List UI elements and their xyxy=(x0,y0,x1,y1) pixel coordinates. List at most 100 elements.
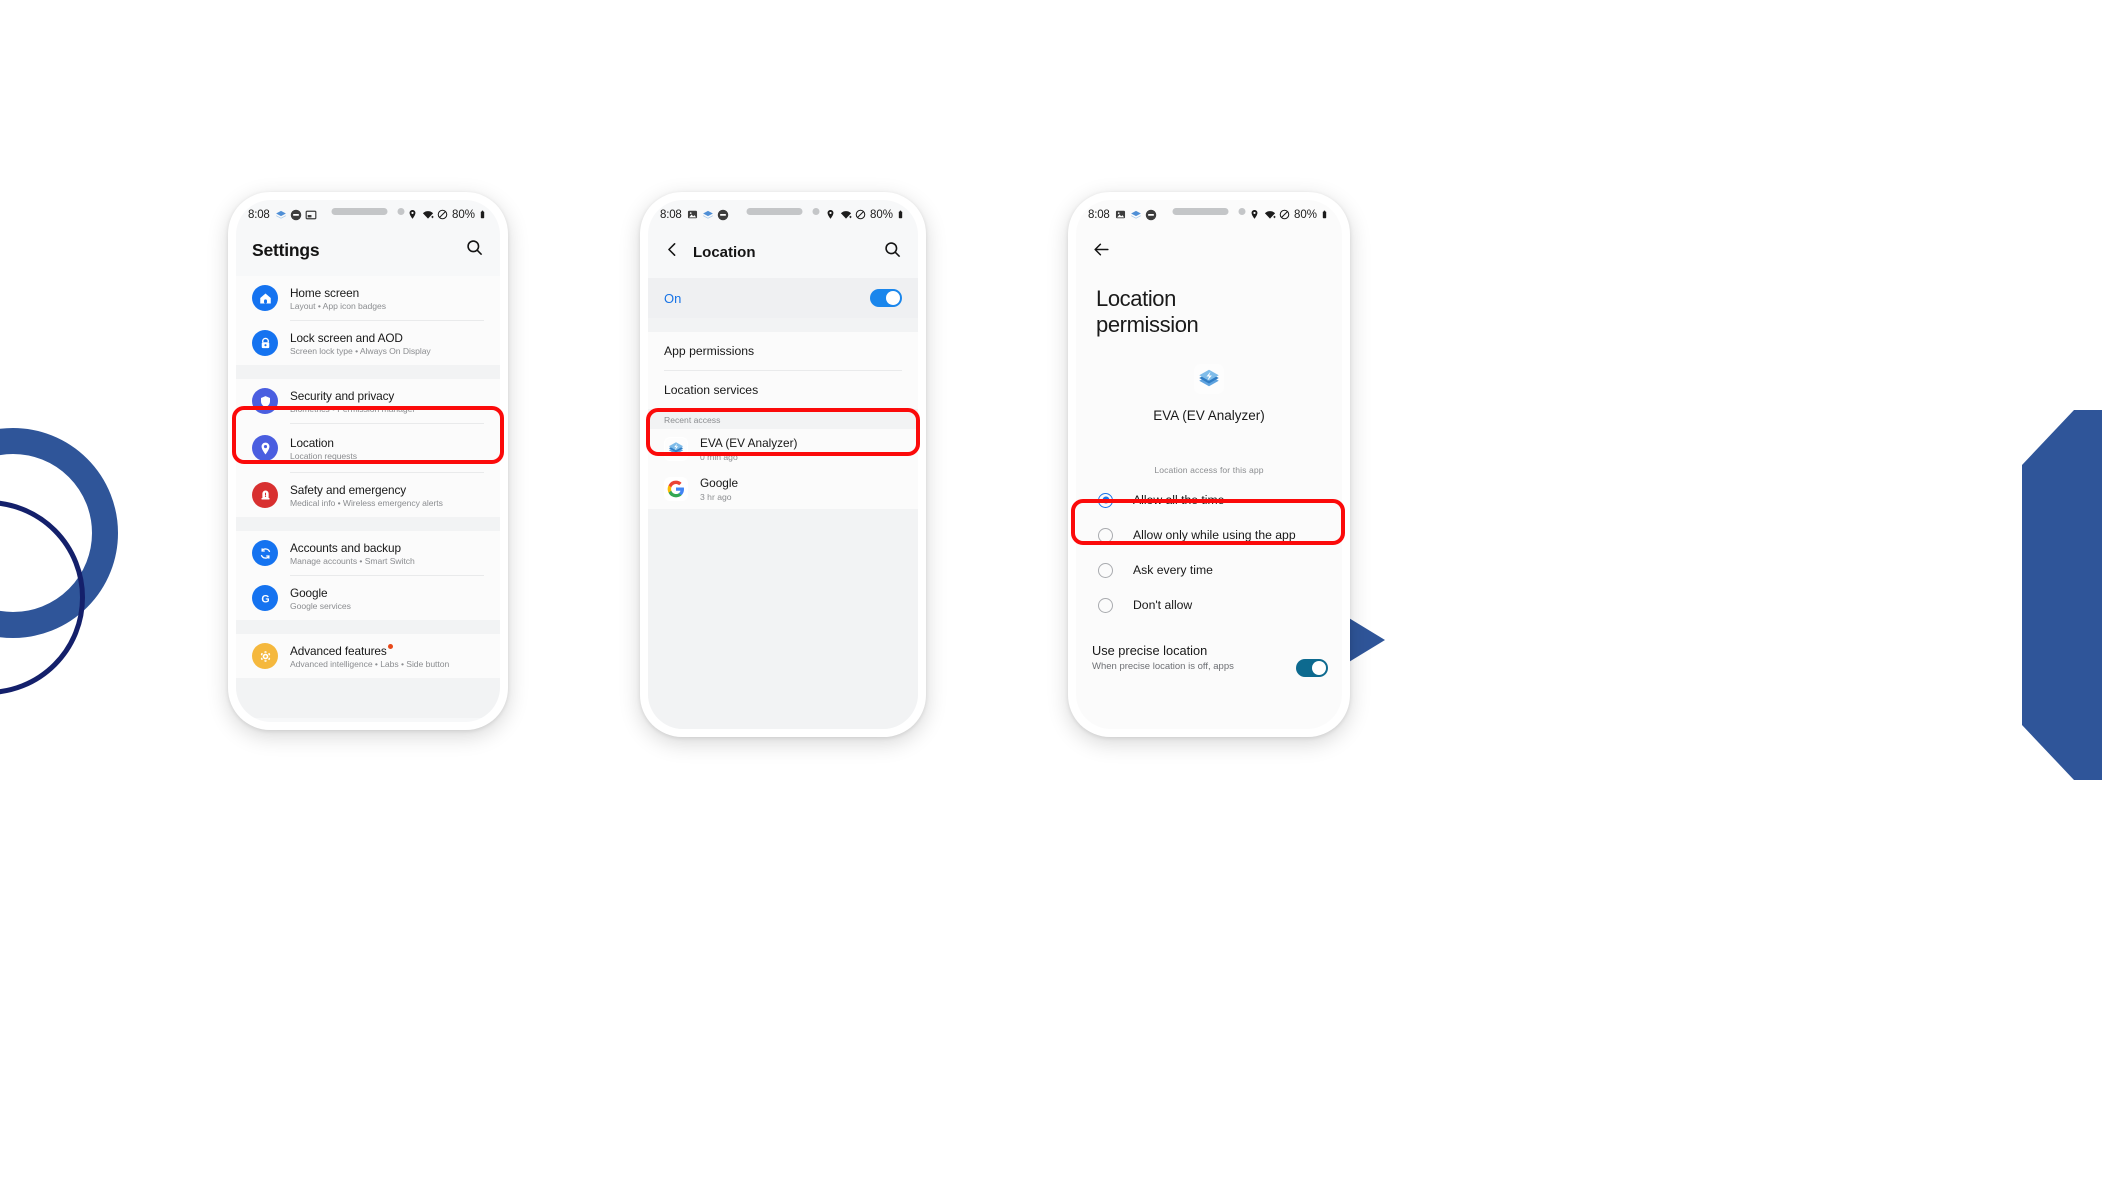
location-pin-icon xyxy=(1249,209,1261,221)
permission-option-dont-allow[interactable]: Don't allow xyxy=(1076,587,1342,623)
row-title: Advanced features xyxy=(290,643,449,658)
back-row xyxy=(1076,226,1342,268)
radio-button[interactable] xyxy=(1098,527,1113,543)
page-title-line-1: Location xyxy=(1096,286,1176,311)
status-right-icons: 80% xyxy=(407,209,490,221)
location-pin-icon xyxy=(252,435,278,461)
recent-access-row-eva[interactable]: EVA (EV Analyzer) 0 min ago xyxy=(648,429,918,469)
settings-row-google[interactable]: G Google Google services xyxy=(236,576,500,620)
settings-row-lock-screen[interactable]: Lock screen and AOD Screen lock type • A… xyxy=(236,321,500,365)
page-title-line-2: permission xyxy=(1096,311,1199,337)
row-title: Home screen xyxy=(290,285,360,300)
no-sound-icon xyxy=(855,209,867,221)
mute-icon xyxy=(1145,209,1157,221)
camera-punch-hole xyxy=(1172,208,1246,215)
recent-access-group: EVA (EV Analyzer) 0 min ago Google 3 hr … xyxy=(648,429,918,509)
gallery-icon xyxy=(1115,209,1127,221)
shield-icon xyxy=(252,388,278,414)
settings-row-safety-emergency[interactable]: Safety and emergency Medical info • Wire… xyxy=(236,473,500,517)
group-gap xyxy=(648,509,918,729)
radio-button[interactable] xyxy=(1098,562,1113,578)
row-text: Google Google services xyxy=(290,586,351,611)
group-gap xyxy=(648,318,918,332)
permission-option-ask-every-time[interactable]: Ask every time xyxy=(1076,552,1342,588)
row-subtitle: Advanced intelligence • Labs • Side butt… xyxy=(290,658,450,669)
row-text: Lock screen and AOD Screen lock type • A… xyxy=(290,331,431,356)
app-name: Google xyxy=(700,476,739,490)
row-text: EVA (EV Analyzer) 0 min ago xyxy=(700,436,797,462)
row-subtitle: Biometrics • Permission manager xyxy=(290,403,416,414)
permission-option-allow-all-the-time[interactable]: Allow all the time xyxy=(1076,482,1342,518)
precise-location-subtitle: When precise location is off, apps xyxy=(1092,660,1234,672)
chevron-left-icon[interactable] xyxy=(664,241,681,263)
precise-location-toggle[interactable] xyxy=(1296,658,1328,677)
row-text: Home screen Layout • App icon badges xyxy=(290,286,386,311)
status-bar: 8:08 80% xyxy=(648,200,918,226)
status-left-icons xyxy=(687,209,729,221)
option-label: Allow only while using the app xyxy=(1133,528,1296,543)
menu-row-location-services[interactable]: Location services xyxy=(648,371,918,409)
location-menu-group: App permissions Location services xyxy=(648,332,918,409)
page-title: Location xyxy=(693,243,756,261)
group-gap xyxy=(236,517,500,531)
search-icon[interactable] xyxy=(465,238,484,262)
status-right-icons: 80% xyxy=(1249,209,1332,221)
settings-row-home-screen[interactable]: Home screen Layout • App icon badges xyxy=(236,276,500,320)
row-subtitle: Location requests xyxy=(290,450,357,461)
wifi-icon xyxy=(1264,209,1276,221)
pill-dot xyxy=(812,208,820,215)
row-title: Security and privacy xyxy=(290,388,395,403)
battery-icon xyxy=(1320,209,1332,221)
battery-percent: 80% xyxy=(1293,209,1317,221)
settings-row-accounts-backup[interactable]: Accounts and backup Manage accounts • Sm… xyxy=(236,531,500,575)
page-title: Settings xyxy=(252,239,320,260)
recent-access-label: Recent access xyxy=(648,409,918,429)
status-left-icons xyxy=(1115,209,1157,221)
arrow-left-icon[interactable] xyxy=(1092,243,1111,263)
pill-bar xyxy=(746,208,803,215)
settings-row-location[interactable]: Location Location requests xyxy=(236,424,500,472)
eva-app-icon xyxy=(1194,363,1224,394)
mute-icon xyxy=(290,209,302,221)
radio-button-selected[interactable] xyxy=(1098,492,1113,508)
search-icon[interactable] xyxy=(883,240,902,264)
pill-dot xyxy=(1238,208,1246,215)
svg-text:G: G xyxy=(261,593,269,605)
option-label: Allow all the time xyxy=(1133,493,1225,508)
permission-option-allow-while-using[interactable]: Allow only while using the app xyxy=(1076,517,1342,553)
menu-row-app-permissions[interactable]: App permissions xyxy=(648,332,918,370)
settings-row-security-privacy[interactable]: Security and privacy Biometrics • Permis… xyxy=(236,379,500,423)
battery-icon xyxy=(896,209,908,221)
location-toggle[interactable] xyxy=(870,289,902,307)
group-gap xyxy=(236,620,500,634)
new-badge-dot xyxy=(387,643,393,649)
access-section-label: Location access for this app xyxy=(1154,464,1264,475)
row-title: Google xyxy=(290,585,328,600)
sync-icon xyxy=(252,540,278,566)
gallery-icon xyxy=(687,209,699,221)
battery-icon xyxy=(478,209,490,221)
row-text: Advanced features Advanced intelligence … xyxy=(290,643,450,669)
pill-bar xyxy=(1172,208,1229,215)
status-right-icons: 80% xyxy=(825,209,908,221)
battery-percent: 80% xyxy=(451,209,475,221)
location-pin-icon xyxy=(825,209,837,221)
mute-icon xyxy=(717,209,729,221)
row-text: Location Location requests xyxy=(290,436,357,461)
radio-button[interactable] xyxy=(1098,597,1113,613)
settings-header: Settings xyxy=(236,226,500,276)
settings-group-security: Security and privacy Biometrics • Permis… xyxy=(236,379,500,517)
row-subtitle: Google services xyxy=(290,600,351,611)
status-bar: 8:08 80% xyxy=(236,200,500,226)
screen-location: 8:08 80% Location On App permissions Loc… xyxy=(648,200,918,729)
lock-icon xyxy=(252,330,278,356)
row-subtitle: Layout • App icon badges xyxy=(290,300,386,311)
screen-settings: 8:08 80% Settings Home screen Layout • A… xyxy=(236,200,500,722)
app-access-time: 3 hr ago xyxy=(700,492,732,502)
precise-location-row[interactable]: Use precise location When precise locati… xyxy=(1076,632,1342,677)
row-text: Safety and emergency Medical info • Wire… xyxy=(290,483,443,508)
recent-access-row-google[interactable]: Google 3 hr ago xyxy=(648,469,918,509)
gear-icon xyxy=(252,643,278,669)
settings-row-advanced-features[interactable]: Advanced features Advanced intelligence … xyxy=(236,634,500,678)
location-master-toggle-row[interactable]: On xyxy=(648,278,918,318)
